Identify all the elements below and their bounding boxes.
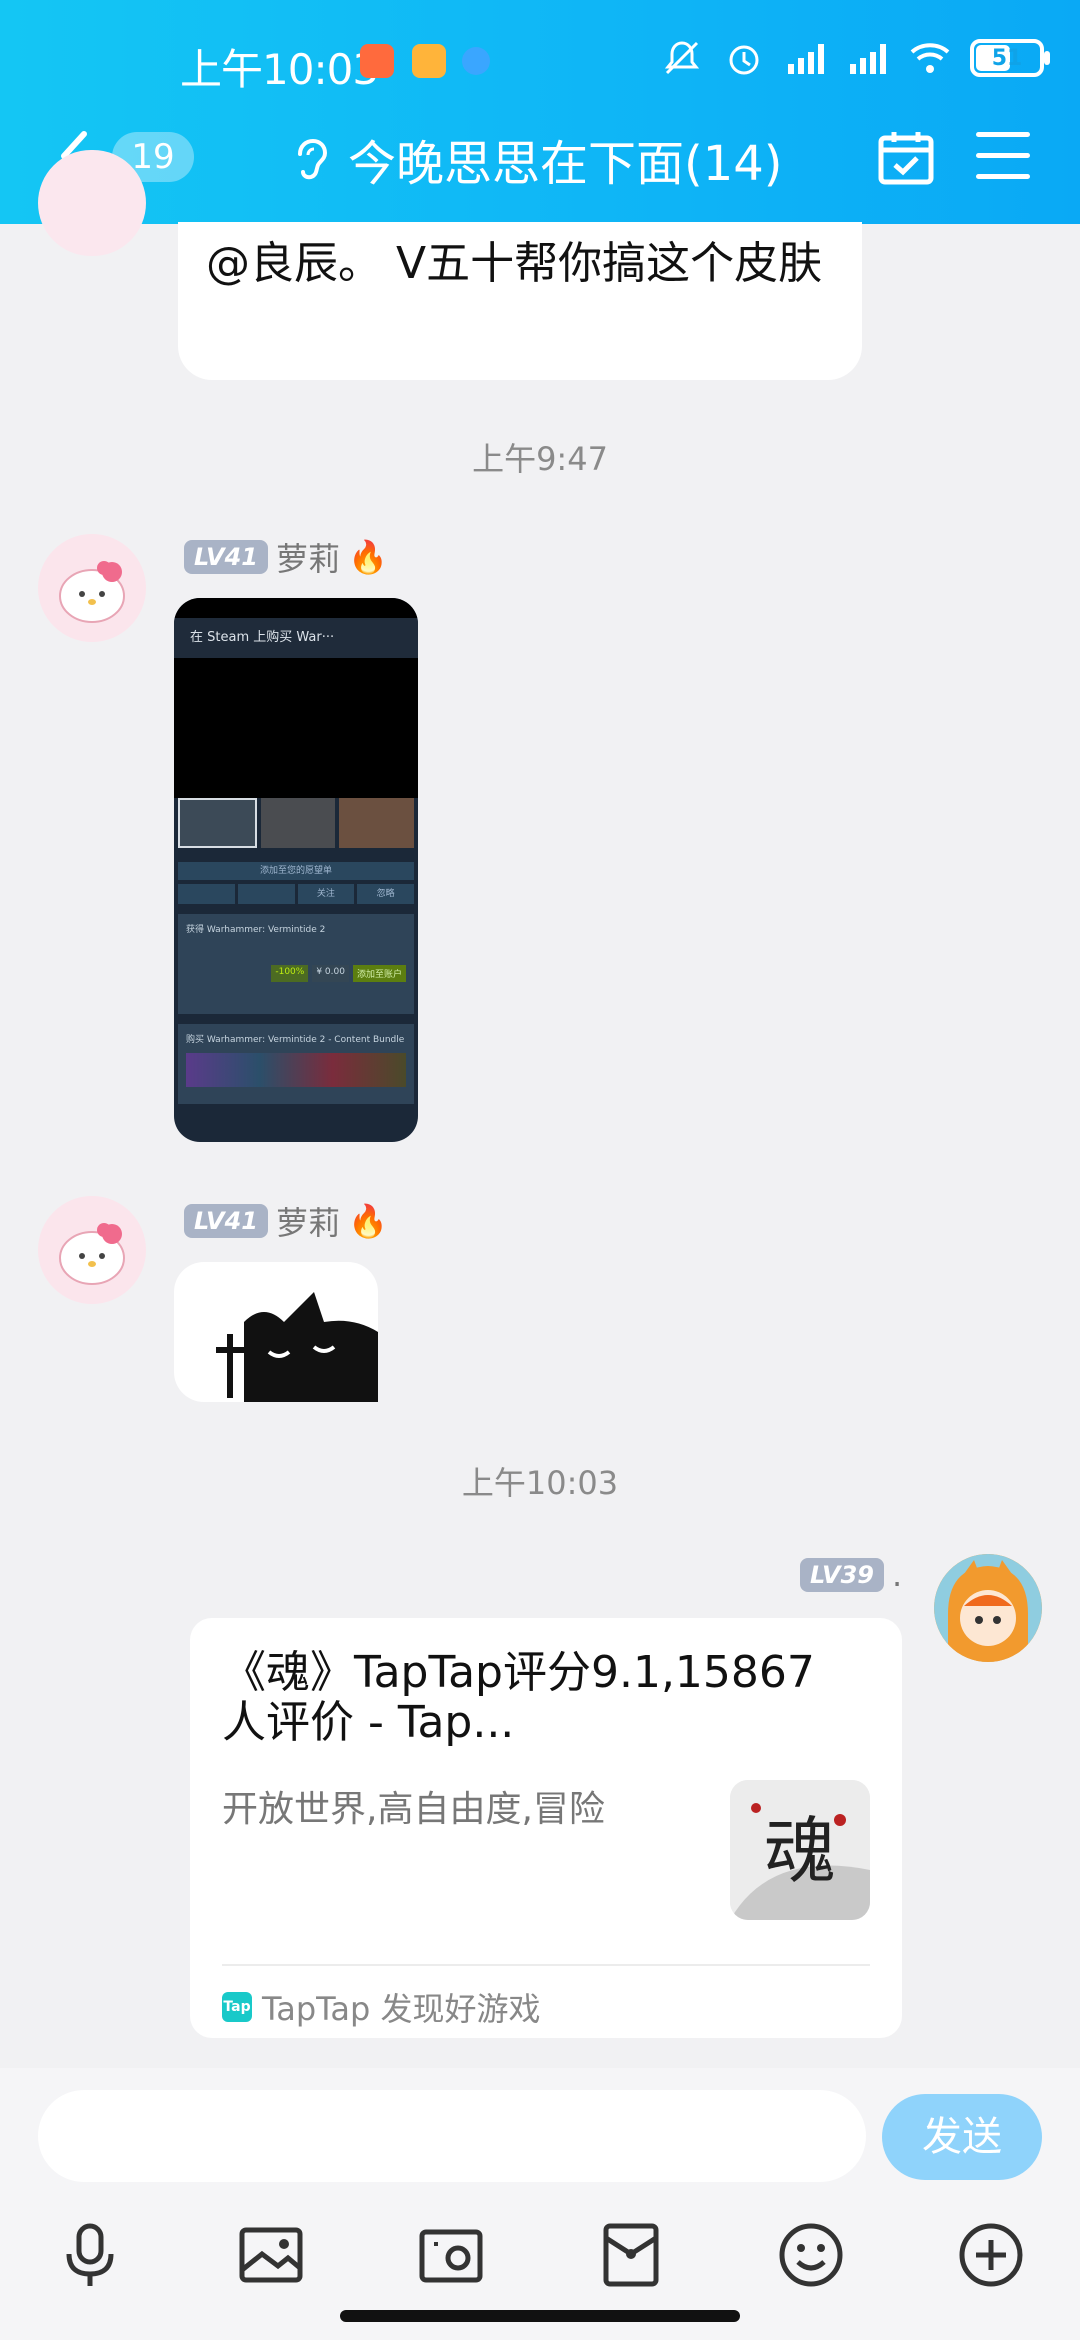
link-source: Tap TapTap 发现好游戏 (222, 1984, 541, 2030)
shot-follow: 关注 (297, 884, 355, 904)
sender-info: LV41 萝莉 🔥 (184, 534, 388, 580)
microphone-icon[interactable] (53, 2218, 127, 2292)
level-badge: LV41 (184, 540, 268, 574)
timestamp: 上午10:03 (461, 1464, 619, 1502)
avatar[interactable] (38, 534, 146, 642)
video-notification-icon (360, 44, 394, 78)
status-right: 51 (660, 36, 1050, 80)
thumb-char: 魂 (764, 1809, 836, 1893)
shot-add: 添加至账户 (352, 965, 406, 982)
shot-price: ¥ 0.00 (312, 965, 349, 982)
message-notification-icon (412, 44, 446, 78)
self-sender-info: LV39 . (800, 1556, 902, 1594)
home-indicator[interactable] (340, 2310, 740, 2322)
input-toolbar (0, 2218, 1080, 2302)
sender-name[interactable]: . (892, 1556, 902, 1594)
shot-item1: 获得 Warhammer: Vermintide 2 (186, 925, 326, 935)
mute-bell-icon (660, 36, 704, 80)
taptap-logo-icon: Tap (222, 1992, 252, 2022)
wifi-icon (908, 36, 952, 80)
emoji-icon[interactable] (774, 2218, 848, 2292)
level-badge: LV41 (184, 1204, 268, 1238)
shot-discount: -100% (271, 965, 309, 982)
input-area: 发送 (0, 2068, 1080, 2340)
fire-icon: 🔥 (347, 1202, 388, 1240)
sender-name[interactable]: 萝莉 (276, 1198, 340, 1244)
menu-icon[interactable] (976, 132, 1030, 182)
link-card-description: 开放世界,高自由度,冒险 (222, 1789, 605, 1830)
sender-name[interactable]: 萝莉 (276, 534, 340, 580)
message-text: @良辰。 V五十帮你搞这个皮肤 (206, 238, 823, 289)
plus-icon[interactable] (954, 2218, 1028, 2292)
self-avatar[interactable] (934, 1554, 1042, 1662)
status-time: 上午10:03 (180, 45, 379, 94)
chat-title: 今晚思思在下面(14) (348, 136, 783, 192)
fire-icon: 🔥 (347, 538, 388, 576)
divider (222, 1964, 870, 1966)
black-cat-sticker-icon (216, 1292, 378, 1402)
ear-icon (290, 136, 330, 186)
send-button[interactable]: 发送 (882, 2094, 1042, 2180)
signal-hd-1-icon (784, 36, 828, 80)
link-card-title: 《魂》TapTap评分9.1,15867 人评价 - Tap... (222, 1647, 815, 1748)
calendar-check-icon[interactable] (876, 128, 936, 188)
avatar-partial[interactable] (38, 150, 146, 256)
message-input[interactable] (38, 2090, 866, 2182)
red-packet-icon[interactable] (594, 2218, 668, 2292)
shot-ignore: 忽略 (357, 884, 414, 904)
chat-header: 上午10:03 51 19 今晚思思在下面(14) (0, 0, 1080, 224)
game-thumbnail: 魂 (730, 1780, 870, 1920)
timestamp: 上午9:47 (472, 440, 608, 478)
shot-wishlist: 添加至您的愿望单 (178, 862, 414, 880)
link-card[interactable]: 《魂》TapTap评分9.1,15867 人评价 - Tap... 开放世界,高… (190, 1618, 902, 2038)
avatar[interactable] (38, 1196, 146, 1304)
battery-level: 51 (991, 45, 1023, 71)
image-icon[interactable] (234, 2218, 308, 2292)
sender-info: LV41 萝莉 🔥 (184, 1198, 388, 1244)
link-source-text: TapTap 发现好游戏 (262, 1990, 541, 2028)
shot-item2: 购买 Warhammer: Vermintide 2 - Content Bun… (186, 1035, 405, 1045)
image-message[interactable]: 在 Steam 上购买 War··· 添加至您的愿望单 关注 忽略 获得 War… (174, 598, 418, 1142)
status-bar: 上午10:03 51 (0, 0, 1080, 120)
shot-header: 在 Steam 上购买 War··· (174, 618, 418, 658)
message-bubble-text[interactable]: @良辰。 V五十帮你搞这个皮肤 (178, 222, 862, 380)
camera-icon[interactable] (414, 2218, 488, 2292)
signal-hd-2-icon (846, 36, 890, 80)
alarm-icon (722, 36, 766, 80)
battery-indicator: 51 (970, 39, 1050, 77)
sticker-message[interactable] (174, 1262, 378, 1402)
app-notification-icon (462, 47, 490, 75)
level-badge: LV39 (800, 1558, 884, 1592)
